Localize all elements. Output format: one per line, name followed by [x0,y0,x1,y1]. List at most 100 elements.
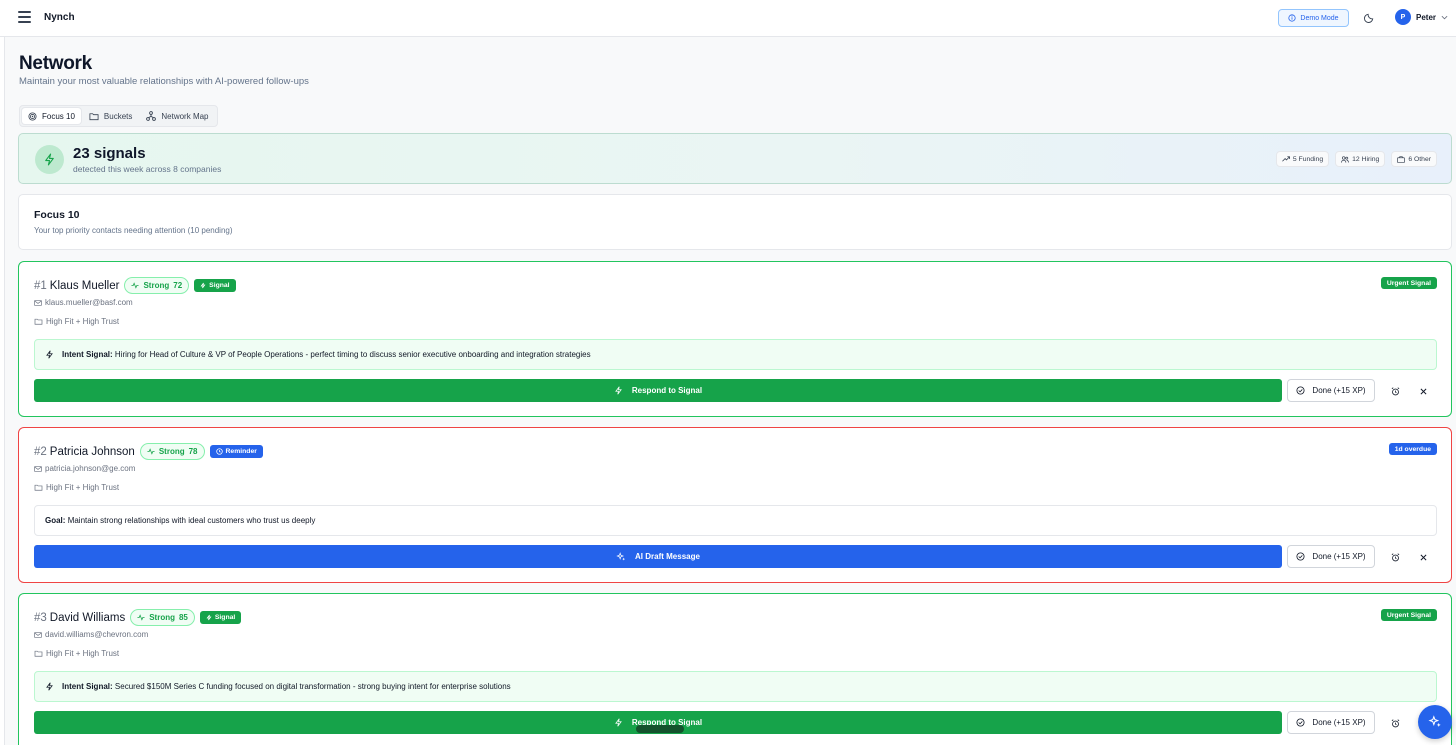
goal-note: Goal: Maintain strong relationships with… [34,505,1437,536]
contact-card: #1 Klaus Mueller Strong 72 Signal Urgent… [18,261,1452,417]
contact-bucket: High Fit + High Trust [34,649,119,658]
activity-icon [147,448,155,455]
tab-network-map[interactable]: Network Map [140,108,214,124]
tab-buckets[interactable]: Buckets [83,108,138,124]
check-circle-icon [1296,552,1305,561]
dismiss-button[interactable] [1416,550,1430,564]
page-subtitle: Maintain your most valuable relationship… [19,76,309,87]
signal-chips: 5 Funding 12 Hiring 6 Other [1275,151,1437,167]
note-text: Maintain strong relationships with ideal… [67,516,316,525]
contact-email[interactable]: david.williams@chevron.com [34,630,148,639]
contact-name[interactable]: Klaus Mueller [50,280,120,292]
mail-icon [34,631,42,638]
target-icon [28,111,37,121]
contact-card: #2 Patricia Johnson Strong 78 Reminder 1… [18,427,1452,583]
mail-icon [34,465,42,472]
contact-bucket: High Fit + High Trust [34,317,119,326]
dismiss-button[interactable] [1416,384,1430,398]
signals-banner: 23 signals detected this week across 8 c… [18,133,1452,184]
strength-pill: Strong 72 [124,277,190,294]
bucket-text: High Fit + High Trust [46,649,120,658]
done-label: Done (+15 XP) [1312,552,1366,561]
strength-pill: Strong 78 [139,443,205,460]
chip-hiring[interactable]: 12 Hiring [1335,151,1386,167]
contact-header: #2 Patricia Johnson Strong 78 Reminder [34,443,263,460]
respond-to-signal-button[interactable]: Respond to Signal [34,379,1282,402]
signal-count: 23 signals [73,145,146,162]
lightning-icon [46,682,53,691]
user-menu[interactable]: P Peter [1395,9,1448,25]
lightning-icon [45,153,54,166]
intent-signal-note: Intent Signal: Hiring for Head of Cultur… [34,339,1437,370]
ai-draft-message-button[interactable]: AI Draft Message [34,545,1282,568]
folder-icon [89,112,99,120]
tab-label: Focus 10 [42,111,75,121]
contact-email[interactable]: klaus.mueller@basf.com [34,298,133,307]
contact-name[interactable]: David Williams [50,612,125,624]
chevron-down-icon [1441,15,1448,19]
contact-rank: #1 [34,279,47,292]
note-label: Goal: [45,516,66,525]
focus-subtitle: Your top priority contacts needing atten… [34,226,233,235]
lightning-icon [206,614,212,621]
demo-mode-button[interactable]: Demo Mode [1278,9,1349,27]
view-tabs: Focus 10 Buckets Network Map [19,105,218,127]
note-label: Intent Signal: [62,350,113,359]
note-content: Intent Signal: Hiring for Head of Cultur… [62,350,591,359]
done-button[interactable]: Done (+15 XP) [1287,379,1375,402]
signal-icon-badge [35,145,64,174]
contact-email[interactable]: patricia.johnson@ge.com [34,464,135,473]
tab-label: Network Map [161,111,209,121]
menu-icon[interactable] [18,11,31,23]
ai-assistant-button[interactable] [1418,705,1452,739]
activity-icon [131,282,140,289]
strength-score: 85 [178,613,188,622]
chip-funding[interactable]: 5 Funding [1275,151,1330,167]
bucket-text: High Fit + High Trust [46,483,120,492]
tab-label: Buckets [103,111,133,121]
alarm-clock-icon [1391,386,1399,395]
status-badge: 1d overdue [1388,443,1437,455]
check-circle-icon [1296,386,1305,395]
done-button[interactable]: Done (+15 XP) [1287,711,1375,734]
reminder-badge: Reminder [209,445,263,458]
network-icon [146,111,157,121]
signal-badge: Signal [199,611,242,624]
contact-name[interactable]: Patricia Johnson [50,446,135,458]
close-icon [1420,554,1426,560]
status-badge: Urgent Signal [1380,277,1437,289]
snooze-button[interactable] [1388,550,1402,564]
folder-icon [34,650,43,657]
app-title: Nynch [44,12,75,23]
done-label: Done (+15 XP) [1312,386,1366,395]
focus-header-card: Focus 10 Your top priority contacts need… [18,194,1452,250]
strength-score: 78 [188,447,198,456]
contact-rank: #3 [34,611,47,624]
moon-icon[interactable] [1364,12,1375,23]
contact-bucket: High Fit + High Trust [34,483,119,492]
lightning-icon [615,718,622,727]
badge-label: Signal [209,282,230,289]
done-button[interactable]: Done (+15 XP) [1287,545,1375,568]
focus-title: Focus 10 [34,209,80,221]
avatar: P [1395,9,1411,25]
badge-label: Signal [214,614,236,621]
strength-label: Strong [143,281,170,290]
snooze-button[interactable] [1388,384,1402,398]
strength-score: 72 [173,281,183,290]
note-text: Hiring for Head of Culture & VP of Peopl… [114,350,591,359]
note-content: Goal: Maintain strong relationships with… [45,516,315,525]
folder-icon [34,484,43,491]
email-text: patricia.johnson@ge.com [45,464,136,473]
snooze-button[interactable] [1388,716,1402,730]
close-icon [1420,388,1426,394]
page-title: Network [19,53,92,74]
scroll-indicator[interactable] [636,725,684,733]
done-label: Done (+15 XP) [1312,718,1366,727]
folder-icon [34,318,43,325]
action-label: Respond to Signal [631,386,703,395]
chip-other[interactable]: 6 Other [1391,151,1437,167]
tab-focus-10[interactable]: Focus 10 [22,108,81,124]
contact-header: #3 David Williams Strong 85 Signal [34,609,242,626]
strength-label: Strong [149,613,175,622]
